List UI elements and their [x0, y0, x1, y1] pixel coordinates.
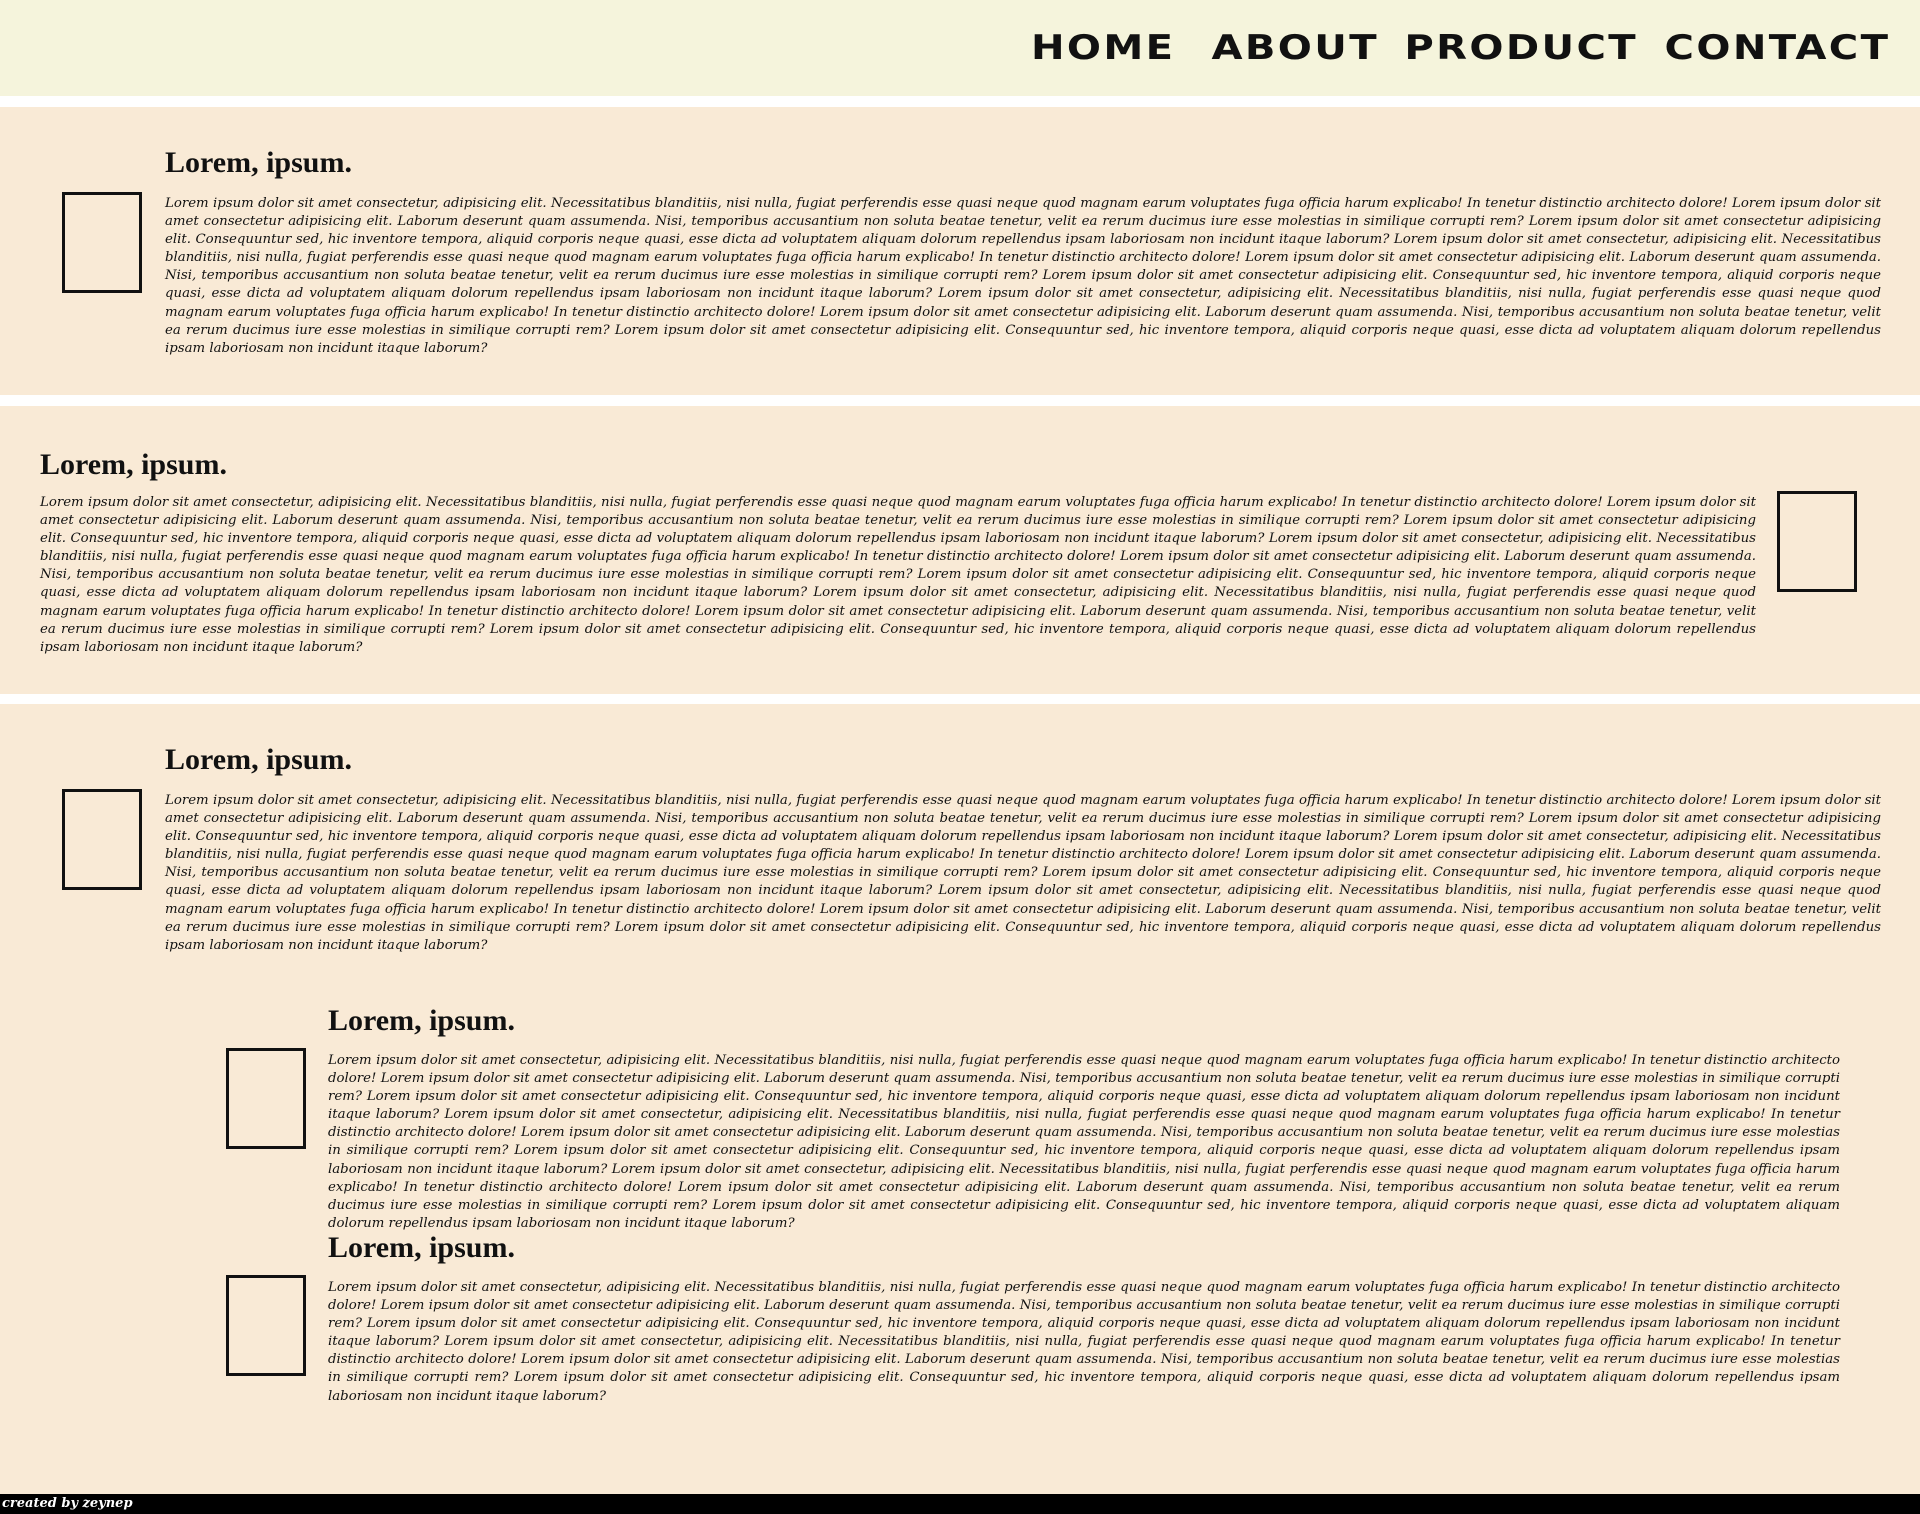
- section-text: Lorem ipsum dolor sit amet consectetur, …: [165, 793, 1881, 953]
- nested-card-text: Lorem ipsum dolor sit amet consectetur, …: [328, 1280, 1840, 1404]
- content-section-2: Lorem, ipsum. Lorem ipsum dolor sit amet…: [0, 406, 1920, 694]
- nested-card-text: Lorem ipsum dolor sit amet consectetur, …: [328, 1053, 1840, 1231]
- nav-product-link[interactable]: PRODUCT: [1404, 26, 1638, 70]
- nav-home-link[interactable]: HOME: [1031, 26, 1175, 70]
- section-title: Lorem, ipsum.: [165, 743, 352, 776]
- footer: created by zeynep: [0, 1494, 1920, 1514]
- image-placeholder: [62, 789, 142, 890]
- nav-contact-link[interactable]: CONTACT: [1664, 26, 1890, 70]
- section-title: Lorem, ipsum.: [40, 448, 227, 481]
- image-placeholder: [226, 1048, 306, 1149]
- section-text: Lorem ipsum dolor sit amet consectetur, …: [165, 196, 1881, 356]
- footer-credit: created by zeynep: [2, 1496, 133, 1511]
- image-placeholder: [1777, 491, 1857, 592]
- top-navbar: HOME ABOUT PRODUCT CONTACT: [0, 0, 1920, 96]
- content-section-3: Lorem, ipsum. Lorem ipsum dolor sit amet…: [0, 704, 1920, 1494]
- nested-card-title: Lorem, ipsum.: [328, 1231, 515, 1264]
- nav-about-link[interactable]: ABOUT: [1211, 26, 1378, 70]
- image-placeholder: [226, 1275, 306, 1376]
- section-text: Lorem ipsum dolor sit amet consectetur, …: [40, 495, 1756, 655]
- section-title: Lorem, ipsum.: [165, 146, 352, 179]
- image-placeholder: [62, 192, 142, 293]
- content-section-1: Lorem, ipsum. Lorem ipsum dolor sit amet…: [0, 107, 1920, 395]
- nested-card-title: Lorem, ipsum.: [328, 1004, 515, 1037]
- nav-links: HOME ABOUT PRODUCT CONTACT: [1031, 26, 1890, 70]
